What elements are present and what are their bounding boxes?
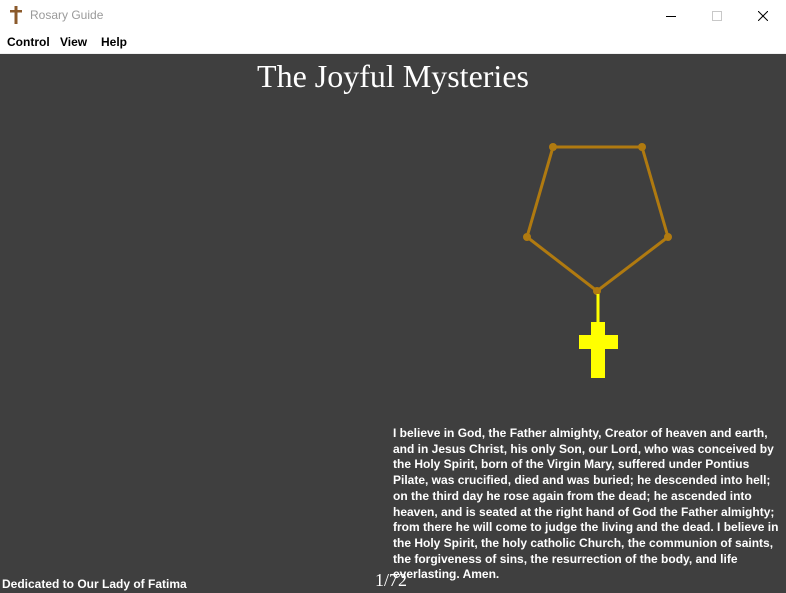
crucifix-icon <box>579 322 618 378</box>
rosary-bead <box>664 233 672 241</box>
close-icon <box>758 10 768 21</box>
progress-counter: 1/72 <box>375 570 408 590</box>
rosary-bead <box>523 233 531 241</box>
menu-help[interactable]: Help <box>101 35 127 49</box>
minimize-icon <box>666 15 676 17</box>
menu-bar: Control View Help <box>0 31 786 54</box>
rosary-loop <box>525 145 670 293</box>
close-button[interactable] <box>740 0 786 31</box>
minimize-button[interactable] <box>648 0 694 31</box>
menu-view[interactable]: View <box>60 35 87 49</box>
rosary-bead <box>593 287 601 295</box>
rosary-bead <box>549 143 557 151</box>
maximize-icon <box>712 10 722 21</box>
window-title: Rosary Guide <box>30 8 104 22</box>
maximize-button[interactable] <box>694 0 740 31</box>
cross-icon <box>10 6 22 24</box>
title-bar: Rosary Guide <box>0 0 786 31</box>
rosary-canvas: The Joyful Mysteries I believe in God, t… <box>0 54 786 593</box>
dedication-text: Dedicated to Our Lady of Fatima <box>2 577 187 591</box>
menu-control[interactable]: Control <box>7 35 50 49</box>
prayer-text: I believe in God, the Father almighty, C… <box>393 426 779 582</box>
rosary-bead <box>638 143 646 151</box>
